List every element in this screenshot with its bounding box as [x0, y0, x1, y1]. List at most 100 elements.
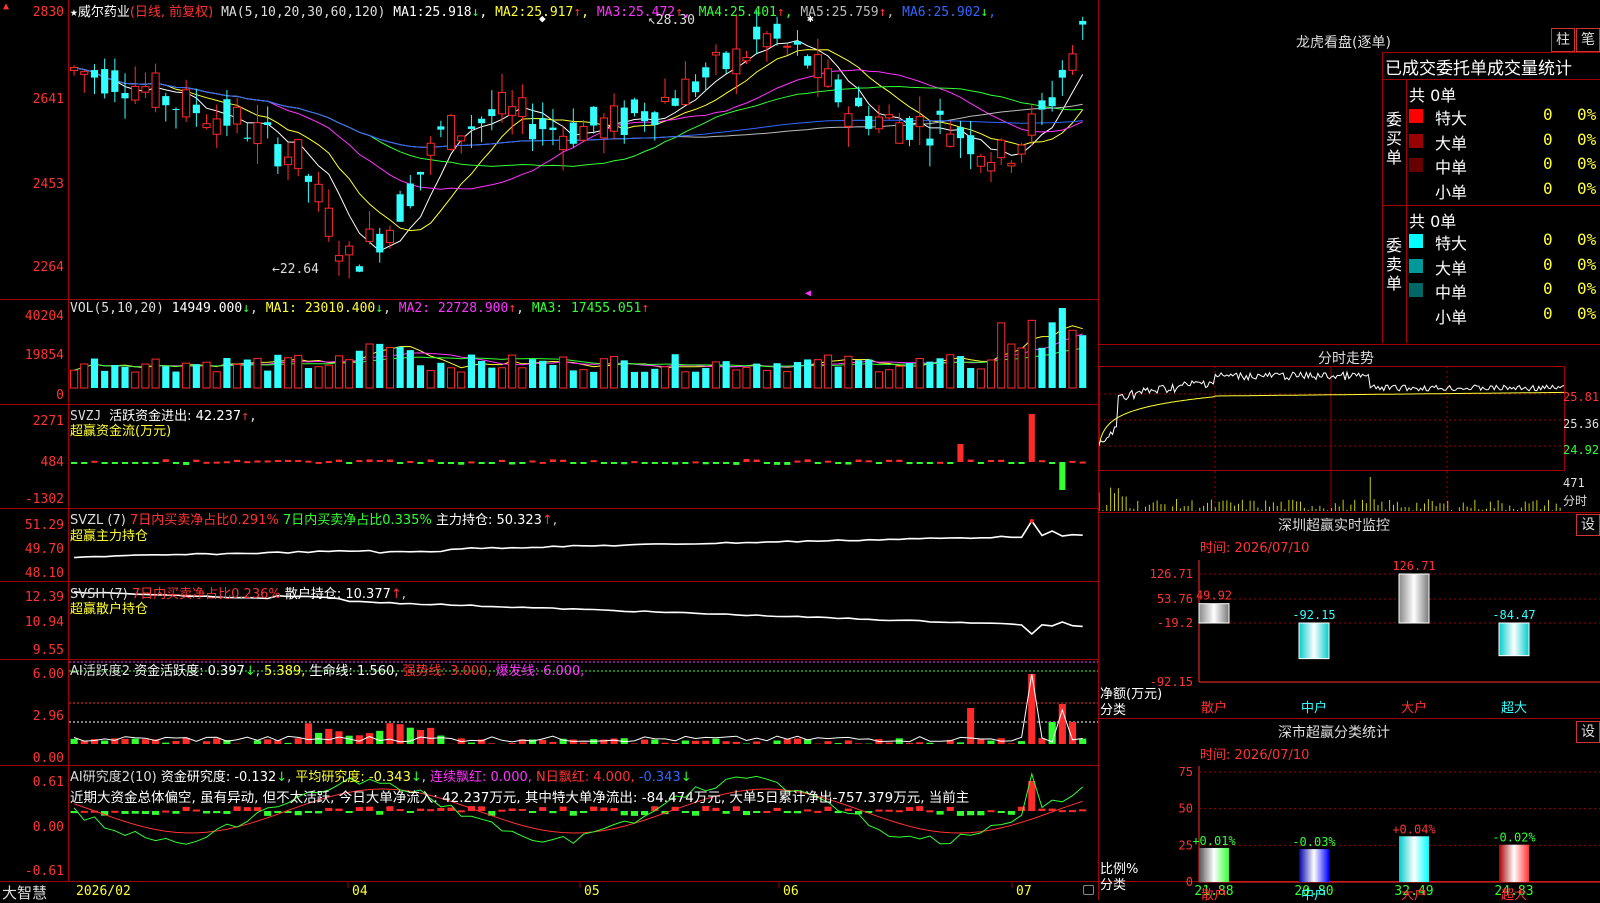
candle — [682, 61, 689, 105]
vol-bar — [794, 362, 801, 388]
intraday-price-tick: 24.92 — [1563, 443, 1599, 457]
candle — [977, 154, 984, 173]
vol-bar — [111, 365, 118, 388]
sell-side-label: 委卖单 — [1386, 236, 1404, 293]
net-amount-label: -92.15 — [1292, 608, 1335, 622]
activity-bar — [437, 736, 444, 744]
lock-icon[interactable] — [1083, 885, 1094, 895]
vol-bar — [223, 358, 230, 388]
vol-bar — [875, 372, 882, 388]
vol-bar — [417, 365, 424, 388]
order-count: 0 — [1543, 255, 1553, 274]
net-amount-chart: 126.7153.76-19.2-92.1549.92散户-92.15中户126… — [1099, 552, 1600, 718]
research-bar — [335, 809, 342, 811]
candle — [560, 127, 567, 171]
vol-bar — [610, 357, 617, 388]
candle — [692, 74, 699, 97]
research-bar — [957, 811, 964, 816]
candle — [325, 189, 332, 241]
activity-bar — [661, 743, 668, 744]
research-bar — [631, 811, 638, 816]
ratio-bar — [1299, 849, 1329, 882]
order-count: 0 — [1543, 230, 1553, 249]
research-bar — [478, 806, 485, 811]
candle — [81, 70, 88, 93]
fund-flow-bar — [1080, 462, 1086, 464]
activity-bar — [264, 739, 271, 744]
fund-flow-bar — [91, 461, 97, 463]
activity-bar — [1079, 739, 1086, 744]
research-bar — [325, 808, 332, 811]
vol-bar — [234, 364, 241, 388]
swatch-icon — [1409, 308, 1423, 322]
candle — [570, 108, 577, 147]
candle — [234, 98, 241, 134]
alert-flag-icon: ▲ — [3, 1, 9, 12]
monitor-title: 深圳超赢实时监控 — [1278, 515, 1390, 535]
candle — [478, 116, 485, 142]
favorite-star-icon[interactable]: ★ — [70, 5, 78, 20]
classify-ytick: 0 — [1186, 875, 1193, 889]
vol-bar — [631, 372, 638, 388]
research-bar — [121, 811, 128, 814]
vol-bar — [539, 361, 546, 388]
activity-bar — [295, 738, 302, 744]
activity-bar — [172, 741, 179, 744]
fund-flow-bar — [774, 462, 780, 465]
fund-flow-bar — [947, 462, 953, 464]
classify-settings-button[interactable]: 设 — [1576, 721, 1600, 743]
fund-flow-bar — [153, 462, 159, 464]
vol-bar — [81, 364, 88, 388]
candle — [407, 175, 414, 208]
research-bar — [845, 809, 852, 811]
candle — [1079, 17, 1086, 40]
vol-bar — [590, 372, 597, 388]
candle — [580, 120, 587, 141]
vol-bar — [101, 371, 108, 388]
ai1-header: AI活跃度2 资金活跃度: 0.397↓, 5.389, 生命线: 1.560,… — [70, 660, 584, 679]
ma-params: MA(5,10,20,30,60,120) — [221, 5, 385, 20]
research-bar — [346, 811, 353, 813]
tick-view-button[interactable]: 笔 — [1576, 28, 1600, 52]
order-pct: 0% — [1577, 154, 1596, 173]
candle — [315, 172, 322, 212]
ai1-tick: 0.00 — [0, 751, 64, 766]
candle — [356, 264, 363, 272]
vol-bar — [447, 368, 454, 388]
fund-flow-bar — [1049, 462, 1055, 464]
monitor-settings-button[interactable]: 设 — [1576, 514, 1600, 536]
research-bar — [886, 810, 893, 812]
vol-bar — [407, 350, 414, 388]
fund-flow-bar — [448, 462, 454, 464]
candle — [1018, 143, 1025, 163]
activity-bar — [132, 739, 139, 744]
classify-ytick: 25 — [1179, 838, 1193, 852]
fund-flow-bar — [183, 462, 189, 465]
activity-bar — [1008, 743, 1015, 744]
activity-bar — [203, 741, 210, 744]
research-bar — [1008, 811, 1015, 815]
vol-bar — [213, 372, 220, 388]
research-bar — [814, 811, 821, 813]
research-bar — [376, 811, 383, 815]
classify-ytick: 50 — [1179, 802, 1193, 816]
research-bar — [427, 809, 434, 811]
activity-bar — [977, 739, 984, 744]
intraday-chart[interactable] — [1099, 366, 1565, 511]
research-bar — [570, 811, 577, 816]
research-bar — [733, 806, 740, 811]
research-bar — [682, 811, 689, 813]
fund-flow-bar — [805, 459, 811, 462]
candle — [835, 74, 842, 107]
vol-bar — [682, 372, 689, 388]
order-pct: 0% — [1577, 304, 1596, 323]
research-bar — [794, 811, 801, 813]
price-mode[interactable]: (日线, 前复权) — [130, 5, 213, 20]
fund-flow-bar — [825, 461, 831, 463]
fund-flow-bar — [1069, 461, 1075, 463]
bar-view-button[interactable]: 柱 — [1551, 28, 1575, 52]
vol-bar — [498, 368, 505, 388]
swatch-icon — [1409, 183, 1423, 197]
price-tick: 2453 — [0, 177, 64, 192]
candlestick-chart[interactable]: ◆✱◀ — [69, 0, 1098, 299]
